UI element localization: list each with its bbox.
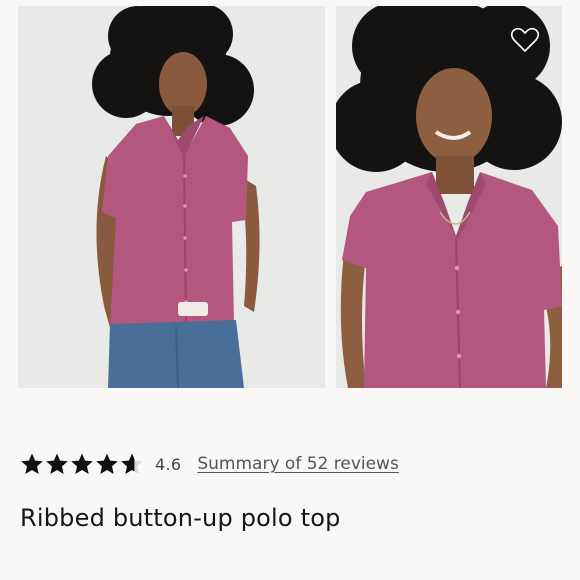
model-closeup-illustration xyxy=(336,6,562,388)
product-title: Ribbed button-up polo top xyxy=(20,504,341,532)
product-gallery xyxy=(0,0,580,392)
favorite-button[interactable] xyxy=(510,26,540,54)
rating-row: 4.6 Summary of 52 reviews xyxy=(20,448,399,480)
star-full-icon xyxy=(21,453,43,474)
star-partial-icon xyxy=(121,453,143,474)
heart-outline-icon xyxy=(510,27,540,52)
product-photo-front-full[interactable] xyxy=(18,6,325,388)
product-photo-closeup[interactable] xyxy=(336,6,562,388)
model-illustration xyxy=(18,6,325,388)
star-full-icon xyxy=(96,453,118,474)
star-full-icon xyxy=(71,453,93,474)
star-full-icon xyxy=(46,453,68,474)
reviews-summary-link[interactable]: Summary of 52 reviews xyxy=(197,454,398,474)
rating-value: 4.6 xyxy=(155,454,182,474)
star-rating xyxy=(20,452,145,476)
